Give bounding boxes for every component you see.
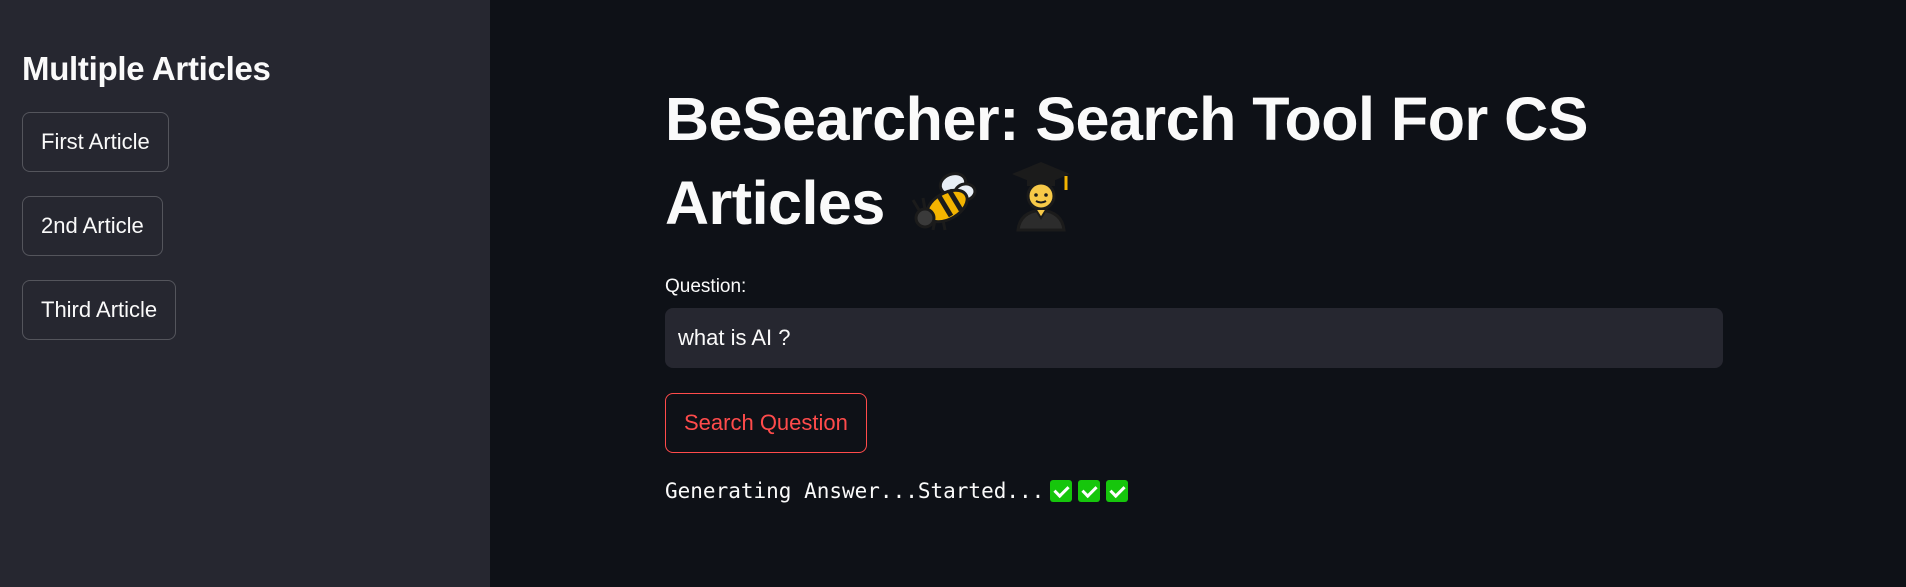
page-title-line2: Articles xyxy=(665,169,885,237)
status-text: Generating Answer...Started... xyxy=(665,479,1045,503)
check-mark-icon xyxy=(1050,480,1073,502)
bee-icon xyxy=(911,170,981,252)
page-title: BeSearcher: Search Tool For CS Articles xyxy=(665,78,1723,252)
search-question-button[interactable]: Search Question xyxy=(665,393,867,453)
sidebar-title: Multiple Articles xyxy=(22,50,271,87)
check-mark-icon xyxy=(1106,480,1129,502)
student-icon xyxy=(1008,160,1074,252)
question-label: Question: xyxy=(665,276,747,297)
app-root: Multiple Articles First Article 2nd Arti… xyxy=(0,0,1906,587)
content-column: BeSearcher: Search Tool For CS Articles xyxy=(665,78,1723,503)
status-message: Generating Answer...Started... xyxy=(665,479,1723,503)
sidebar: Multiple Articles First Article 2nd Arti… xyxy=(0,0,490,587)
second-article-button[interactable]: 2nd Article xyxy=(22,196,163,256)
question-input[interactable] xyxy=(665,308,1723,368)
third-article-button[interactable]: Third Article xyxy=(22,280,177,340)
main-content: BeSearcher: Search Tool For CS Articles xyxy=(490,0,1906,587)
page-title-line1: BeSearcher: Search Tool For CS xyxy=(665,85,1588,153)
check-mark-icon xyxy=(1078,480,1101,502)
first-article-button[interactable]: First Article xyxy=(22,112,169,172)
